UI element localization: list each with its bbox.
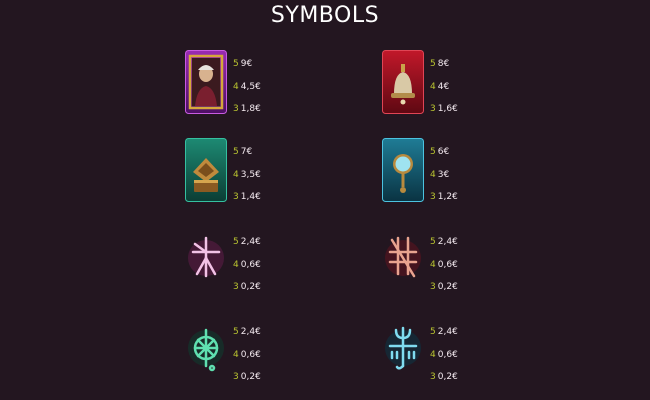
pay-value: 8€: [437, 59, 450, 69]
book-card-icon: [185, 138, 227, 202]
symbol-entry-portrait: 5 9€ 4 4,5€ 3 1,8€: [185, 50, 385, 120]
pay-count: 3: [430, 372, 436, 382]
pay-row: 5 9€: [233, 53, 261, 76]
pay-count: 4: [430, 349, 436, 360]
pay-row: 3 1,8€: [233, 98, 261, 121]
pay-value: 2,4€: [240, 327, 261, 337]
pay-row: 5 2,4€: [430, 231, 458, 254]
pay-value: 0,2€: [240, 282, 261, 292]
pay-value: 0,6€: [240, 259, 261, 270]
pay-row: 3 0,2€: [233, 276, 261, 299]
pay-count: 5: [233, 327, 239, 337]
pay-value: 0,6€: [437, 349, 458, 360]
portrait-card-icon: [185, 50, 227, 114]
pay-row: 4 0,6€: [430, 344, 458, 367]
pay-value: 0,6€: [240, 349, 261, 360]
paytable-portrait: 5 9€ 4 4,5€ 3 1,8€: [233, 53, 261, 121]
pay-count: 3: [430, 192, 436, 202]
pay-count: 3: [233, 104, 239, 114]
pay-value: 3€: [437, 169, 450, 180]
symbol-entry-pink-rune: 5 2,4€ 4 0,6€ 3 0,2€: [185, 228, 385, 298]
paytable-book: 5 7€ 4 3,5€ 3 1,4€: [233, 141, 261, 209]
pay-count: 4: [233, 259, 239, 270]
cyan-trident-rune-icon: [382, 318, 424, 382]
pay-value: 3,5€: [240, 169, 261, 180]
pay-value: 0,2€: [437, 372, 458, 382]
pay-row: 5 8€: [430, 53, 458, 76]
pay-row: 5 2,4€: [233, 321, 261, 344]
pay-value: 2,4€: [437, 237, 458, 247]
paytable-mirror: 5 6€ 4 3€ 3 1,2€: [430, 141, 458, 209]
pay-value: 2,4€: [240, 237, 261, 247]
pay-value: 0,2€: [240, 372, 261, 382]
bell-card-icon: [382, 50, 424, 114]
pay-row: 4 3€: [430, 164, 458, 187]
symbol-entry-bell: 5 8€ 4 4€ 3 1,6€: [382, 50, 582, 120]
pay-count: 5: [430, 59, 436, 69]
pay-row: 5 7€: [233, 141, 261, 164]
pay-count: 3: [430, 282, 436, 292]
pay-row: 4 4€: [430, 76, 458, 99]
page-title: SYMBOLS: [270, 3, 380, 28]
pay-row: 4 0,6€: [233, 344, 261, 367]
pay-count: 5: [233, 147, 239, 157]
pay-row: 3 1,6€: [430, 98, 458, 121]
green-wheel-rune-icon: [185, 318, 227, 382]
pay-count: 4: [430, 259, 436, 270]
pay-row: 3 0,2€: [430, 276, 458, 299]
pay-count: 3: [430, 104, 436, 114]
pay-count: 4: [233, 349, 239, 360]
pay-value: 1,4€: [240, 192, 261, 202]
paytable-pink-rune: 5 2,4€ 4 0,6€ 3 0,2€: [233, 231, 261, 299]
symbol-entry-mirror: 5 6€ 4 3€ 3 1,2€: [382, 138, 582, 208]
pay-value: 7€: [240, 147, 253, 157]
pay-count: 3: [233, 372, 239, 382]
pay-count: 3: [233, 192, 239, 202]
symbol-entry-green-rune: 5 2,4€ 4 0,6€ 3 0,2€: [185, 318, 385, 388]
pay-row: 4 0,6€: [233, 254, 261, 277]
symbol-entry-cyan-rune: 5 2,4€ 4 0,6€ 3 0,2€: [382, 318, 582, 388]
pay-count: 4: [430, 169, 436, 180]
pay-row: 3 0,2€: [233, 366, 261, 389]
pay-count: 4: [430, 81, 436, 92]
paytable-green-rune: 5 2,4€ 4 0,6€ 3 0,2€: [233, 321, 261, 389]
paytable-red-rune: 5 2,4€ 4 0,6€ 3 0,2€: [430, 231, 458, 299]
pay-value: 6€: [437, 147, 450, 157]
pay-count: 4: [233, 81, 239, 92]
pay-value: 9€: [240, 59, 253, 69]
pay-count: 4: [233, 169, 239, 180]
pay-count: 5: [233, 237, 239, 247]
pay-value: 4,5€: [240, 81, 261, 92]
pay-count: 5: [430, 237, 436, 247]
paytable-bell: 5 8€ 4 4€ 3 1,6€: [430, 53, 458, 121]
pay-row: 5 2,4€: [430, 321, 458, 344]
pay-row: 4 0,6€: [430, 254, 458, 277]
pay-row: 3 0,2€: [430, 366, 458, 389]
paytable-cyan-rune: 5 2,4€ 4 0,6€ 3 0,2€: [430, 321, 458, 389]
pay-value: 2,4€: [437, 327, 458, 337]
pay-value: 0,2€: [437, 282, 458, 292]
pay-value: 4€: [437, 81, 450, 92]
pay-row: 5 6€: [430, 141, 458, 164]
pay-value: 1,6€: [437, 104, 458, 114]
pay-count: 5: [430, 147, 436, 157]
pay-value: 0,6€: [437, 259, 458, 270]
pay-value: 1,8€: [240, 104, 261, 114]
pay-row: 5 2,4€: [233, 231, 261, 254]
pay-row: 3 1,2€: [430, 186, 458, 209]
red-rune-icon: [382, 228, 424, 292]
symbol-entry-book: 5 7€ 4 3,5€ 3 1,4€: [185, 138, 385, 208]
pay-row: 4 3,5€: [233, 164, 261, 187]
pay-row: 4 4,5€: [233, 76, 261, 99]
pay-row: 3 1,4€: [233, 186, 261, 209]
pink-rune-icon: [185, 228, 227, 292]
pay-value: 1,2€: [437, 192, 458, 202]
mirror-card-icon: [382, 138, 424, 202]
pay-count: 5: [233, 59, 239, 69]
pay-count: 5: [430, 327, 436, 337]
pay-count: 3: [233, 282, 239, 292]
symbol-entry-red-rune: 5 2,4€ 4 0,6€ 3 0,2€: [382, 228, 582, 298]
